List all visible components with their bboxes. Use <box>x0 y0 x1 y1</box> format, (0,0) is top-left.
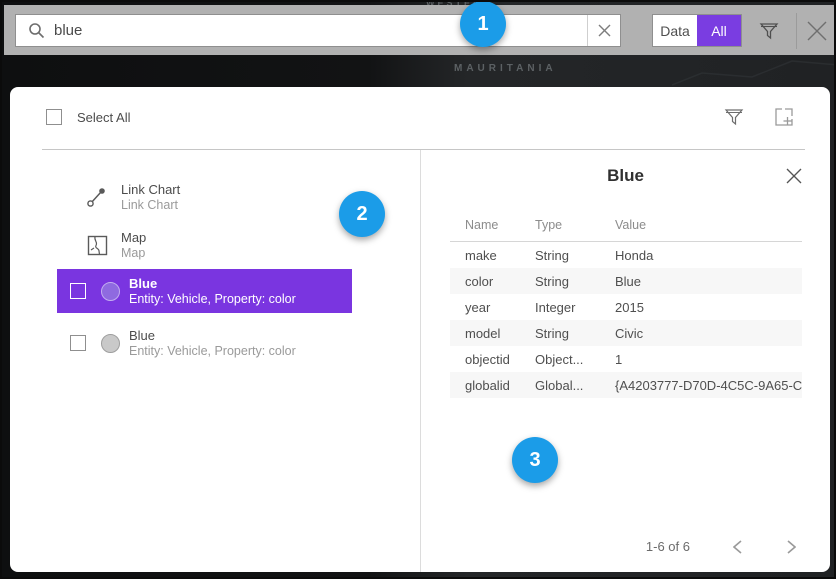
callout-badge-3: 3 <box>512 437 558 483</box>
result-checkbox[interactable] <box>70 283 86 299</box>
cell-type: String <box>535 274 615 289</box>
result-title: Blue <box>129 328 296 343</box>
cell-value: Blue <box>615 274 802 289</box>
search-input[interactable] <box>54 15 587 46</box>
close-search-icon[interactable] <box>803 17 831 45</box>
toolbar-divider <box>796 13 797 49</box>
table-row: model String Civic <box>450 320 802 346</box>
table-row: globalid Global... {A4203777-D70D-4C5C-9… <box>450 372 802 398</box>
table-row: objectid Object... 1 <box>450 346 802 372</box>
column-header-name: Name <box>465 218 535 232</box>
entity-circle-icon <box>101 282 120 301</box>
table-header: Name Type Value <box>450 208 802 242</box>
cell-type: String <box>535 326 615 341</box>
result-title: Blue <box>129 276 296 291</box>
link-chart-icon <box>86 186 108 208</box>
cell-name: year <box>465 300 535 315</box>
scope-option-all[interactable]: All <box>697 15 741 46</box>
detail-title: Blue <box>421 166 830 186</box>
result-title: Map <box>121 230 146 245</box>
table-row: color String Blue <box>450 268 802 294</box>
table-row: year Integer 2015 <box>450 294 802 320</box>
column-header-value: Value <box>615 218 802 232</box>
cell-type: Integer <box>535 300 615 315</box>
cell-type: String <box>535 248 615 263</box>
app-window: WESTER MAURITANIA Data All <box>0 0 836 579</box>
map-border-line <box>662 55 836 87</box>
cell-value: Civic <box>615 326 802 341</box>
entity-circle-icon <box>101 334 120 353</box>
cell-value: 2015 <box>615 300 802 315</box>
map-icon <box>86 234 108 256</box>
search-toolbar: Data All <box>4 5 834 55</box>
select-all-label: Select All <box>77 110 130 125</box>
cell-type: Global... <box>535 378 615 393</box>
table-row: make String Honda <box>450 242 802 268</box>
results-header: Select All <box>10 87 830 149</box>
cell-type: Object... <box>535 352 615 367</box>
filter-icon[interactable] <box>757 19 781 43</box>
result-subtitle: Link Chart <box>121 198 180 212</box>
next-page-icon[interactable] <box>784 540 798 554</box>
cell-name: model <box>465 326 535 341</box>
result-subtitle: Entity: Vehicle, Property: color <box>129 344 296 358</box>
scope-option-data[interactable]: Data <box>653 15 697 46</box>
attributes-table: Name Type Value make String Honda color … <box>450 208 802 398</box>
previous-page-icon[interactable] <box>730 540 744 554</box>
search-results-panel: Select All <box>10 87 830 572</box>
result-subtitle: Map <box>121 246 146 260</box>
clear-search-icon[interactable] <box>587 15 620 46</box>
add-to-selection-icon[interactable] <box>772 105 796 129</box>
entity-detail-panel: Blue Name Type Value make String Honda <box>421 150 830 572</box>
close-detail-icon[interactable] <box>784 166 804 186</box>
cell-name: color <box>465 274 535 289</box>
column-header-type: Type <box>535 218 615 232</box>
cell-value: 1 <box>615 352 802 367</box>
result-blue-unselected[interactable]: Blue Entity: Vehicle, Property: color <box>57 321 352 365</box>
cell-name: make <box>465 248 535 263</box>
result-checkbox[interactable] <box>70 335 86 351</box>
result-subtitle: Entity: Vehicle, Property: color <box>129 292 296 306</box>
select-all-control[interactable]: Select All <box>46 109 130 125</box>
cell-name: globalid <box>465 378 535 393</box>
search-scope-toggle: Data All <box>652 14 742 47</box>
cell-value: Honda <box>615 248 802 263</box>
callout-badge-1: 1 <box>460 1 506 47</box>
pagination: 1-6 of 6 <box>646 539 798 554</box>
pagination-label: 1-6 of 6 <box>646 539 690 554</box>
results-filter-icon[interactable] <box>722 105 746 129</box>
result-blue-selected[interactable]: Blue Entity: Vehicle, Property: color <box>57 269 352 313</box>
map-label-mauritania: MAURITANIA <box>454 63 557 74</box>
cell-name: objectid <box>465 352 535 367</box>
select-all-checkbox[interactable] <box>46 109 62 125</box>
cell-value: {A4203777-D70D-4C5C-9A65-C... <box>615 378 802 393</box>
result-title: Link Chart <box>121 182 180 197</box>
search-box <box>15 14 621 47</box>
search-icon <box>28 22 45 39</box>
callout-badge-2: 2 <box>339 191 385 237</box>
